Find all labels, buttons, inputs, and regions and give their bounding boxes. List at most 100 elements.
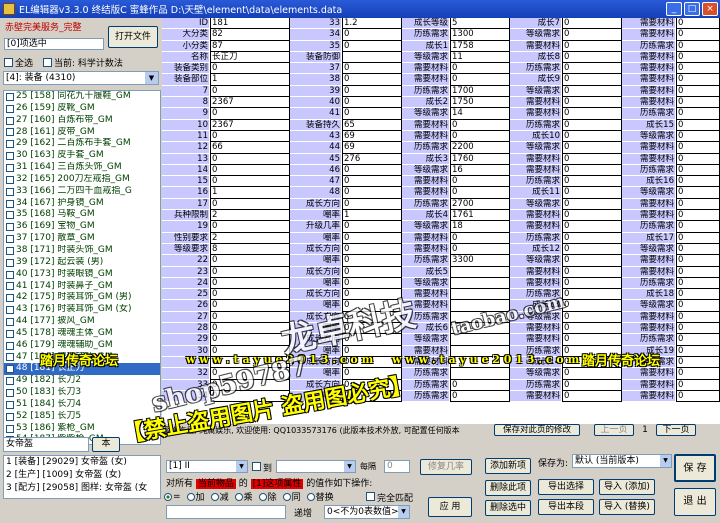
item-checkbox[interactable] [6,424,14,433]
export-this-button[interactable]: 导出本段 [538,499,594,515]
list-item[interactable]: 45 [178] 魂魂主体_GM [4,328,160,340]
field-value[interactable]: 0 [562,198,622,211]
search-input[interactable]: 女帝盔 [3,437,89,452]
field-value[interactable]: 0 [210,368,290,380]
field-value[interactable]: 1300 [450,29,510,41]
field-value[interactable]: 0 [342,176,402,188]
op-radio[interactable]: 减 [210,490,229,503]
field-value[interactable]: 0 [342,29,402,41]
field-value[interactable] [450,266,510,278]
minimize-icon[interactable]: _ [666,2,682,16]
op-radio[interactable]: 替换 [306,490,334,503]
field-value[interactable]: 0 [342,379,402,391]
field-value[interactable]: 181 [210,18,290,30]
field-value[interactable]: 2 [210,210,290,222]
field-value[interactable]: 0 [450,243,510,256]
field-value[interactable]: 69 [342,142,402,154]
field-value[interactable]: 0 [342,108,402,120]
op-radio[interactable]: 加 [186,490,205,503]
field-value[interactable]: 0 [676,29,720,41]
field-value[interactable]: 0 [676,40,720,52]
field-value[interactable]: 0 [676,232,720,244]
field-value[interactable]: 0 [676,289,720,301]
field-value[interactable]: 0 [562,255,622,267]
field-value[interactable]: 0 [676,243,720,256]
field-value[interactable]: 0 [676,63,720,75]
field-value[interactable]: 0 [342,255,402,267]
list-item[interactable]: 40 [173] 时装眼镜_GM [4,269,160,281]
field-value[interactable]: 0 [210,300,290,312]
field-value[interactable]: 0 [450,187,510,199]
field-value[interactable]: 0 [676,334,720,346]
field-value[interactable]: 0 [210,198,290,211]
item-checkbox[interactable] [6,104,14,113]
field-value[interactable] [450,289,510,301]
list-item[interactable]: 50 [183] 长刀3 [4,387,160,399]
field-value[interactable]: 0 [562,300,622,312]
item-list[interactable]: 25 [158] 同花九十履鞋_GM 26 [159] 皮靴_GM 27 [160]… [3,90,161,445]
radio-icon[interactable] [306,492,315,501]
field-value[interactable]: 0 [210,153,290,165]
field-value[interactable]: 1760 [450,153,510,165]
list-item[interactable]: 31 [164] 三百炼头饰_GM [4,162,160,174]
field-value[interactable]: 0 [342,277,402,290]
chevron-down-icon[interactable]: ▼ [660,455,671,467]
field-value[interactable]: 长正刀 [210,51,290,64]
field-value[interactable]: 0 [562,323,622,335]
item-checkbox[interactable] [6,317,14,326]
item-checkbox[interactable] [6,199,14,208]
field-value[interactable]: 0 [676,221,720,233]
field-value[interactable]: 0 [210,255,290,267]
field-value[interactable]: 0 [210,277,290,290]
field-value[interactable]: 0 [342,85,402,98]
delete-selected-button[interactable]: 删除选中 [485,500,531,516]
operation-radios[interactable]: = 加 减 乘 除 同 替换 [164,490,338,503]
field-value[interactable]: 0 [342,289,402,301]
field-value[interactable]: 0 [676,187,720,199]
field-value[interactable]: 0 [676,323,720,335]
item-checkbox[interactable] [6,163,14,172]
field-value[interactable]: 0 [210,221,290,233]
result-item[interactable]: 3 [配方] [29058] 图样: 女帝盔 (女 [4,482,160,495]
field-value[interactable]: 0 [676,277,720,290]
result-item[interactable]: 1 [装备] [29029] 女帝盔 (女) [4,456,160,469]
field-value[interactable]: 0 [562,379,622,391]
field-value[interactable]: 0 [562,289,622,301]
field-value[interactable] [450,311,510,324]
list-item[interactable]: 33 [166] 二万四千血戒指_G [4,186,160,198]
field-value[interactable]: 65 [342,119,402,131]
item-checkbox[interactable] [6,128,14,137]
field-value[interactable]: 0 [562,187,622,199]
export-selected-button[interactable]: 导出选择 [538,479,594,495]
list-item[interactable]: 53 [186] 紫枪_GM [4,423,160,435]
save-button[interactable]: 保 存 [674,454,716,482]
op-radio[interactable]: 除 [258,490,277,503]
item-checkbox[interactable] [6,223,14,232]
field-value[interactable]: 1 [210,187,290,199]
field-value[interactable]: 0 [676,108,720,120]
item-checkbox[interactable] [6,365,14,374]
list-item[interactable]: 49 [182] 长刀2 [4,375,160,387]
field-value[interactable]: 0 [342,266,402,278]
field-value[interactable]: 0 [342,63,402,75]
field-value[interactable]: 0 [676,97,720,109]
list-item[interactable]: 28 [161] 皮带_GM [4,127,160,139]
field-value[interactable]: 0 [210,345,290,357]
field-value[interactable]: 0 [342,300,402,312]
radio-icon[interactable] [164,492,172,501]
field-value[interactable]: 0 [676,198,720,211]
field-value[interactable] [342,51,402,64]
decrement-select[interactable]: 0<不为0表数值> ▼ [324,505,410,519]
field-value[interactable]: 0 [562,74,622,86]
item-checkbox[interactable] [6,140,14,149]
field-value[interactable]: 0 [562,108,622,120]
radio-icon[interactable] [282,492,291,501]
list-item[interactable]: 39 [172] 起云装 (男) [4,257,160,269]
field-value[interactable]: 0 [342,187,402,199]
exit-button[interactable]: 退 出 [674,488,716,516]
field-value[interactable]: 0 [676,311,720,324]
field-value[interactable]: 0 [342,311,402,324]
field-value[interactable]: 0 [210,289,290,301]
field-value[interactable]: 66 [210,142,290,154]
field-value[interactable]: 0 [210,164,290,177]
